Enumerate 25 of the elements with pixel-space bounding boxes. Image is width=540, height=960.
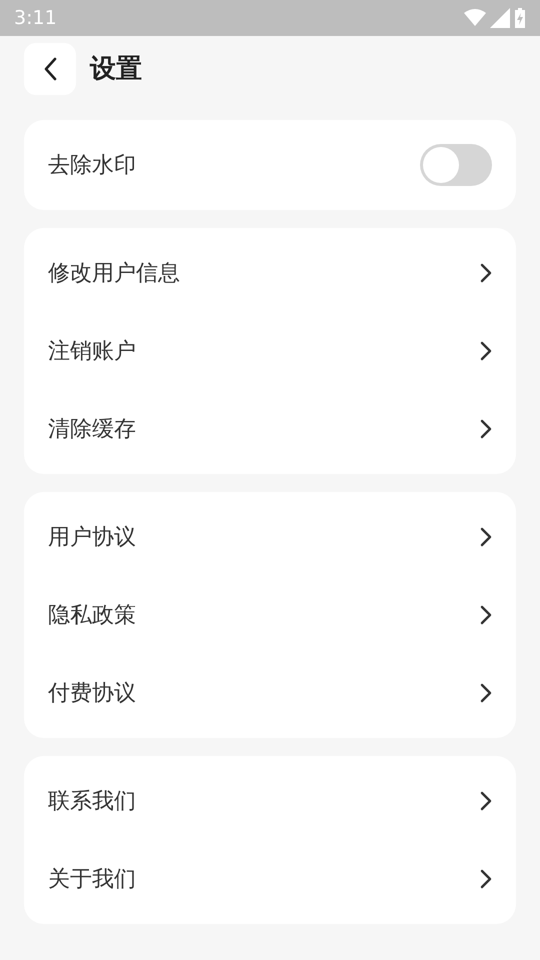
back-button[interactable] xyxy=(24,43,76,95)
setting-label: 去除水印 xyxy=(48,152,136,180)
wifi-icon xyxy=(464,9,486,27)
settings-item[interactable]: 隐私政策 xyxy=(24,576,516,654)
chevron-icon xyxy=(480,869,492,889)
chevron-icon xyxy=(480,683,492,703)
settings-item[interactable]: 修改用户信息 xyxy=(24,234,516,312)
settings-item[interactable]: 清除缓存 xyxy=(24,390,516,468)
chevron-icon xyxy=(480,791,492,811)
battery-icon xyxy=(514,8,526,28)
chevron-icon xyxy=(480,341,492,361)
page-title: 设置 xyxy=(90,53,142,86)
chevron-icon xyxy=(480,605,492,625)
settings-item[interactable]: 关于我们 xyxy=(24,840,516,918)
chevron-icon xyxy=(480,263,492,283)
settings-item[interactable]: 注销账户 xyxy=(24,312,516,390)
status-time: 3:11 xyxy=(14,6,57,31)
signal-icon xyxy=(490,8,510,28)
back-icon xyxy=(43,57,57,81)
chevron-icon xyxy=(480,419,492,439)
chevron-icon xyxy=(480,527,492,547)
settings-item[interactable]: 付费协议 xyxy=(24,654,516,732)
settings-item[interactable]: 用户协议 xyxy=(24,498,516,576)
toggle-switch[interactable] xyxy=(420,144,492,186)
settings-item[interactable]: 联系我们 xyxy=(24,762,516,840)
